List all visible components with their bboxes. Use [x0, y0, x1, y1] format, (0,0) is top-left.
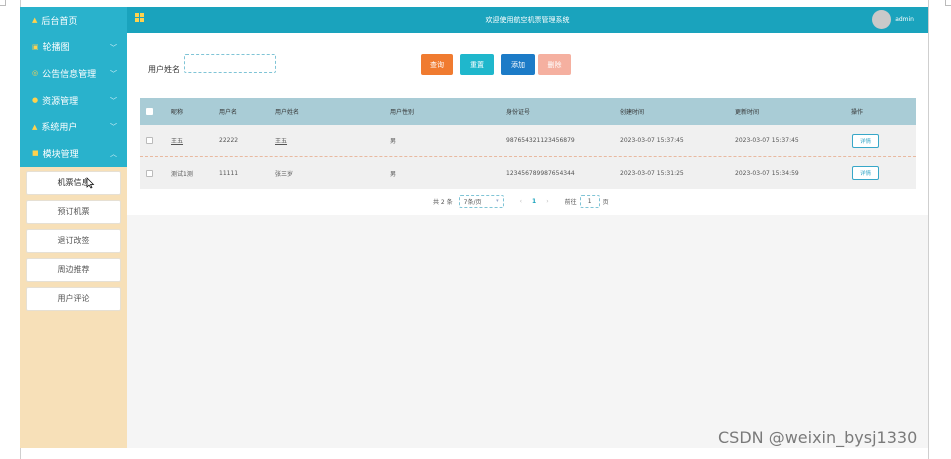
submenu-item-refund[interactable]: 退订改签	[26, 228, 121, 253]
chevron-up-icon: ︿	[110, 149, 117, 158]
column-header[interactable]: 身份证号	[506, 107, 530, 116]
id-number-cell: 987654321123456879	[506, 137, 575, 144]
page-title: 欢迎使用航空机票管理系统	[485, 16, 570, 24]
resource-icon: ●	[32, 96, 39, 105]
nickname-cell[interactable]: 王五	[171, 136, 183, 145]
column-header[interactable]: 创建时间	[620, 107, 644, 116]
submenu-item-booking[interactable]: 预订机票	[26, 199, 121, 224]
chevron-down-icon: ﹀	[110, 43, 117, 52]
goto-page-input[interactable]	[579, 194, 600, 208]
sidebar-item-label: 后台首页	[41, 16, 78, 27]
app-window: ▲ 后台首页 ▣ 轮播图 ﹀ ◎ 公告信息管理 ﹀ ● 资源管理 ﹀ ▲ 系统用…	[20, 7, 928, 448]
sidebar-item-label: 系统用户	[41, 123, 78, 134]
avatar[interactable]	[872, 10, 891, 29]
nickname-cell: 测试1测	[171, 170, 193, 178]
username-cell: 22222	[219, 137, 239, 144]
column-header[interactable]: 昵称	[171, 107, 183, 116]
watermark: CSDN @weixin_bysj1330	[718, 428, 918, 447]
row-checkbox[interactable]	[146, 169, 153, 177]
corner-mark-right	[945, 0, 951, 6]
sidebar-item-users[interactable]: ▲ 系统用户 ﹀	[20, 113, 127, 140]
notice-icon: ◎	[32, 69, 39, 78]
page-size-value: 7条/页	[463, 198, 482, 206]
sidebar-item-label: 轮播图	[42, 43, 70, 54]
sidebar-item-notice[interactable]: ◎ 公告信息管理 ﹀	[20, 60, 127, 87]
add-button[interactable]: 添加	[501, 54, 535, 75]
submenu-item-label: 预订机票	[57, 207, 90, 217]
delete-button[interactable]: 删除	[538, 54, 571, 75]
realname-cell[interactable]: 王五	[275, 136, 287, 145]
submenu: 机票信息 预订机票 退订改签 周边推荐 用户评论	[20, 167, 127, 311]
next-page-icon[interactable]: ›	[546, 198, 548, 205]
table-header: 昵称 用户名 用户姓名 用户性别 身份证号 创建时间 更新时间 操作	[140, 98, 916, 125]
pagination: 共 2 条 7条/页 ▾ ‹ 1 › 前往 页	[433, 193, 609, 209]
sidebar-item-label: 公告信息管理	[42, 69, 97, 80]
table-row: 测试1测 11111 张三岁 男 123456789987654344 2023…	[140, 157, 916, 189]
sidebar-item-home[interactable]: ▲ 后台首页	[20, 7, 127, 34]
search-input[interactable]	[184, 54, 276, 73]
submenu-item-nearby[interactable]: 周边推荐	[26, 257, 121, 282]
main-content: 用户姓名 查询 重置 添加 删除 昵称 用户名 用户姓名 用户性别 身份证号 创…	[127, 33, 928, 448]
search-button[interactable]: 查询	[421, 54, 453, 75]
created-time-cell: 2023-03-07 15:31:25	[620, 169, 684, 177]
page-suffix: 页	[602, 198, 609, 206]
goto-label: 前往	[564, 198, 577, 206]
row-checkbox[interactable]	[146, 137, 153, 144]
corner-mark-left	[0, 0, 6, 6]
reset-button[interactable]: 重置	[460, 54, 494, 75]
data-table: 昵称 用户名 用户姓名 用户性别 身份证号 创建时间 更新时间 操作 王五 22…	[140, 98, 916, 189]
updated-time-cell: 2023-03-07 15:37:45	[735, 137, 799, 144]
sidebar-item-resource[interactable]: ● 资源管理 ﹀	[20, 87, 127, 114]
updated-time-cell: 2023-03-07 15:34:59	[735, 169, 799, 177]
image-icon: ▣	[32, 42, 39, 51]
submenu-item-comments[interactable]: 用户评论	[26, 286, 121, 311]
home-icon: ▲	[32, 16, 38, 25]
search-label: 用户姓名	[148, 65, 180, 74]
detail-button[interactable]: 详情	[852, 166, 879, 180]
column-header[interactable]: 更新时间	[735, 107, 759, 116]
total-count: 共 2 条	[433, 198, 453, 206]
sidebar-menu: ▲ 后台首页 ▣ 轮播图 ﹀ ◎ 公告信息管理 ﹀ ● 资源管理 ﹀ ▲ 系统用…	[20, 7, 127, 167]
top-header: 欢迎使用航空机票管理系统 admin	[127, 7, 928, 33]
page-border-right	[928, 0, 929, 459]
chevron-down-icon: ﹀	[110, 70, 117, 79]
detail-button[interactable]: 详情	[852, 133, 879, 148]
page-number[interactable]: 1	[532, 198, 536, 205]
chevron-down-icon: ﹀	[110, 123, 117, 132]
created-time-cell: 2023-03-07 15:37:45	[620, 137, 684, 144]
username-label[interactable]: admin	[895, 16, 914, 23]
column-header[interactable]: 用户名	[219, 107, 237, 116]
select-all-checkbox[interactable]	[146, 108, 153, 115]
submenu-item-label: 周边推荐	[57, 265, 90, 275]
chevron-down-icon: ﹀	[110, 96, 117, 105]
page-size-select[interactable]: 7条/页 ▾	[458, 194, 504, 208]
sidebar: ▲ 后台首页 ▣ 轮播图 ﹀ ◎ 公告信息管理 ﹀ ● 资源管理 ﹀ ▲ 系统用…	[20, 7, 127, 448]
mouse-pointer-icon	[86, 177, 95, 189]
gender-cell: 男	[390, 138, 397, 145]
gender-cell: 男	[390, 170, 397, 178]
chevron-down-icon: ▾	[496, 197, 499, 204]
submenu-item-tickets[interactable]: 机票信息	[26, 170, 121, 195]
prev-page-icon[interactable]: ‹	[520, 198, 522, 205]
username-cell: 11111	[219, 169, 239, 177]
sidebar-item-label: 模块管理	[42, 149, 79, 160]
user-icon: ▲	[32, 122, 38, 131]
column-header: 操作	[851, 109, 864, 116]
submenu-item-label: 机票信息	[57, 178, 90, 188]
id-number-cell: 123456789987654344	[506, 169, 575, 177]
sidebar-item-modules[interactable]: ■ 模块管理 ︿	[20, 140, 127, 167]
realname-cell: 张三岁	[275, 170, 294, 178]
module-icon: ■	[32, 149, 39, 158]
column-header[interactable]: 用户性别	[390, 107, 414, 116]
submenu-item-label: 用户评论	[57, 294, 90, 304]
table-row: 王五 22222 王五 男 987654321123456879 2023-03…	[140, 125, 916, 157]
column-header[interactable]: 用户姓名	[275, 107, 299, 116]
submenu-item-label: 退订改签	[57, 236, 90, 246]
sidebar-item-label: 资源管理	[42, 96, 79, 107]
sidebar-item-carousel[interactable]: ▣ 轮播图 ﹀	[20, 34, 127, 61]
table-panel: 用户姓名 查询 重置 添加 删除 昵称 用户名 用户姓名 用户性别 身份证号 创…	[127, 33, 928, 215]
